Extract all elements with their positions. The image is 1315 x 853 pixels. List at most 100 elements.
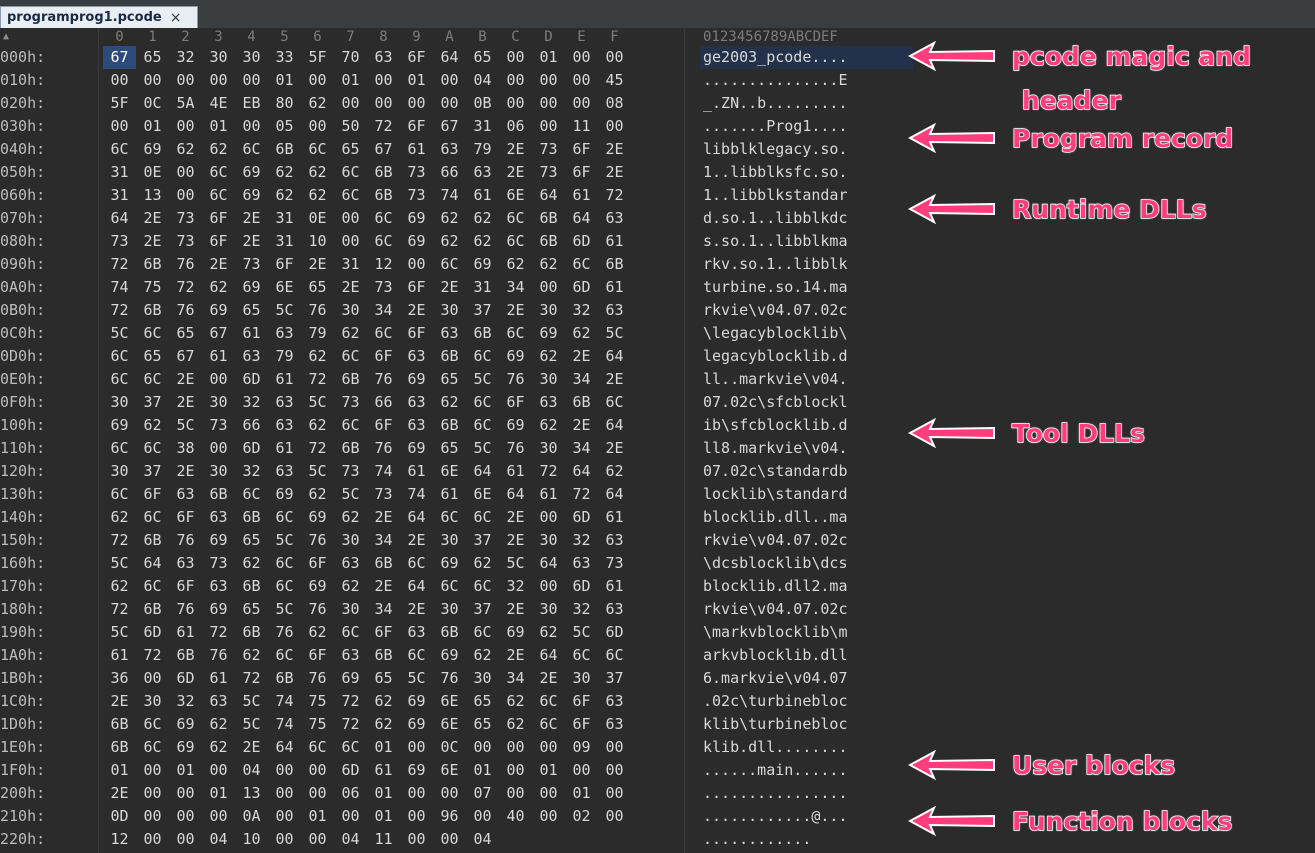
hex-byte[interactable]: 76 <box>268 621 301 644</box>
hex-byte[interactable]: 00 <box>301 782 334 805</box>
hex-byte[interactable]: 74 <box>268 690 301 713</box>
hex-byte[interactable]: 69 <box>202 299 235 322</box>
hex-byte[interactable]: 63 <box>532 391 565 414</box>
hex-byte[interactable]: 6B <box>268 667 301 690</box>
hex-byte[interactable]: 64 <box>466 460 499 483</box>
hex-byte[interactable]: 73 <box>400 184 433 207</box>
hex-byte[interactable]: 06 <box>334 782 367 805</box>
hex-byte[interactable]: 64 <box>400 575 433 598</box>
hex-byte[interactable]: 00 <box>598 46 631 69</box>
hex-byte[interactable]: 69 <box>235 161 268 184</box>
hex-byte[interactable]: 65 <box>466 713 499 736</box>
hex-byte[interactable]: 6C <box>301 736 334 759</box>
hex-byte[interactable]: 6F <box>367 345 400 368</box>
ascii-text[interactable]: 1..libblkstandar <box>700 184 913 207</box>
hex-byte[interactable]: 01 <box>301 805 334 828</box>
hex-byte[interactable]: 72 <box>103 299 136 322</box>
hex-byte[interactable]: 6B <box>532 207 565 230</box>
ascii-text[interactable]: arkvblocklib.dll <box>700 644 913 667</box>
hex-byte[interactable]: 2E <box>400 598 433 621</box>
hex-byte[interactable]: 00 <box>169 69 202 92</box>
hex-byte[interactable]: 62 <box>235 552 268 575</box>
hex-byte[interactable]: 5C <box>565 621 598 644</box>
hex-byte[interactable]: 63 <box>433 138 466 161</box>
hex-byte[interactable]: 00 <box>433 782 466 805</box>
hex-byte[interactable]: 63 <box>268 460 301 483</box>
hex-byte[interactable]: 6C <box>400 552 433 575</box>
hex-byte[interactable]: 6F <box>565 713 598 736</box>
hex-byte[interactable]: 01 <box>268 69 301 92</box>
hex-byte[interactable]: 00 <box>103 115 136 138</box>
hex-byte[interactable]: 00 <box>103 69 136 92</box>
hex-byte[interactable]: 62 <box>136 414 169 437</box>
hex-byte[interactable]: 63 <box>268 391 301 414</box>
hex-byte[interactable]: 00 <box>466 736 499 759</box>
hex-byte[interactable]: 00 <box>598 759 631 782</box>
hex-byte[interactable]: 6C <box>466 345 499 368</box>
ascii-text[interactable]: ll..markvie\v04. <box>700 368 913 391</box>
hex-byte[interactable]: 63 <box>169 552 202 575</box>
hex-byte[interactable]: 2E <box>400 299 433 322</box>
hex-byte[interactable]: 01 <box>169 759 202 782</box>
hex-byte[interactable]: 00 <box>400 736 433 759</box>
hex-byte[interactable]: 6E <box>433 460 466 483</box>
hex-byte[interactable]: 30 <box>565 667 598 690</box>
hex-byte[interactable]: 2E <box>334 276 367 299</box>
hex-byte[interactable]: 63 <box>466 161 499 184</box>
hex-byte[interactable]: 6F <box>202 207 235 230</box>
hex-byte[interactable]: 5C <box>400 667 433 690</box>
hex-byte[interactable]: 2E <box>400 529 433 552</box>
ascii-text[interactable]: ll8.markvie\v04. <box>700 437 913 460</box>
hex-byte[interactable]: 69 <box>400 207 433 230</box>
ascii-text[interactable]: locklib\standard <box>700 483 913 506</box>
hex-byte[interactable]: 5C <box>268 299 301 322</box>
hex-byte[interactable]: 61 <box>367 759 400 782</box>
hex-byte[interactable]: 67 <box>103 46 136 69</box>
hex-byte[interactable]: 2E <box>169 391 202 414</box>
hex-byte[interactable]: 6F <box>367 414 400 437</box>
hex-byte[interactable]: 32 <box>169 690 202 713</box>
ascii-text[interactable]: blocklib.dll2.ma <box>700 575 913 598</box>
hex-byte[interactable]: 76 <box>169 598 202 621</box>
ascii-text[interactable]: ib\sfcblocklib.d <box>700 414 913 437</box>
hex-byte[interactable]: 6F <box>565 138 598 161</box>
hex-byte[interactable]: 72 <box>334 690 367 713</box>
hex-byte[interactable]: 73 <box>169 207 202 230</box>
hex-byte[interactable]: 72 <box>103 253 136 276</box>
hex-byte[interactable]: 75 <box>136 276 169 299</box>
hex-byte[interactable]: 00 <box>136 759 169 782</box>
hex-byte[interactable]: 6E <box>268 276 301 299</box>
hex-byte[interactable]: 5C <box>268 598 301 621</box>
hex-byte[interactable]: 37 <box>598 667 631 690</box>
hex-byte[interactable]: 11 <box>565 115 598 138</box>
hex-byte[interactable]: 62 <box>202 138 235 161</box>
hex-byte[interactable]: 2E <box>136 230 169 253</box>
hex-byte[interactable]: 6B <box>334 368 367 391</box>
hex-byte[interactable]: 30 <box>532 437 565 460</box>
hex-byte[interactable]: 69 <box>301 506 334 529</box>
hex-byte[interactable]: 30 <box>433 598 466 621</box>
hex-byte[interactable]: 6C <box>268 575 301 598</box>
hex-byte[interactable]: 06 <box>499 115 532 138</box>
ascii-text[interactable]: 07.02c\standardb <box>700 460 913 483</box>
hex-byte[interactable]: 00 <box>400 805 433 828</box>
hex-byte[interactable]: 72 <box>334 713 367 736</box>
hex-byte[interactable]: 33 <box>268 46 301 69</box>
hex-byte[interactable]: 69 <box>235 184 268 207</box>
hex-byte[interactable]: 6C <box>103 437 136 460</box>
hex-byte[interactable]: 6C <box>202 184 235 207</box>
hex-byte[interactable]: 73 <box>169 230 202 253</box>
ascii-text[interactable]: 6.markvie\v04.07 <box>700 667 913 690</box>
hex-byte[interactable]: 63 <box>202 690 235 713</box>
hex-byte[interactable]: 6D <box>235 368 268 391</box>
hex-byte[interactable]: 6B <box>367 644 400 667</box>
hex-byte[interactable]: 65 <box>169 322 202 345</box>
hex-byte[interactable]: 72 <box>235 667 268 690</box>
hex-byte[interactable]: 61 <box>268 368 301 391</box>
hex-byte[interactable]: 2E <box>136 207 169 230</box>
hex-byte[interactable]: 62 <box>334 322 367 345</box>
hex-byte[interactable]: 6C <box>136 506 169 529</box>
hex-byte[interactable]: 0B <box>466 92 499 115</box>
hex-byte[interactable]: 69 <box>169 736 202 759</box>
hex-byte[interactable]: 00 <box>532 506 565 529</box>
